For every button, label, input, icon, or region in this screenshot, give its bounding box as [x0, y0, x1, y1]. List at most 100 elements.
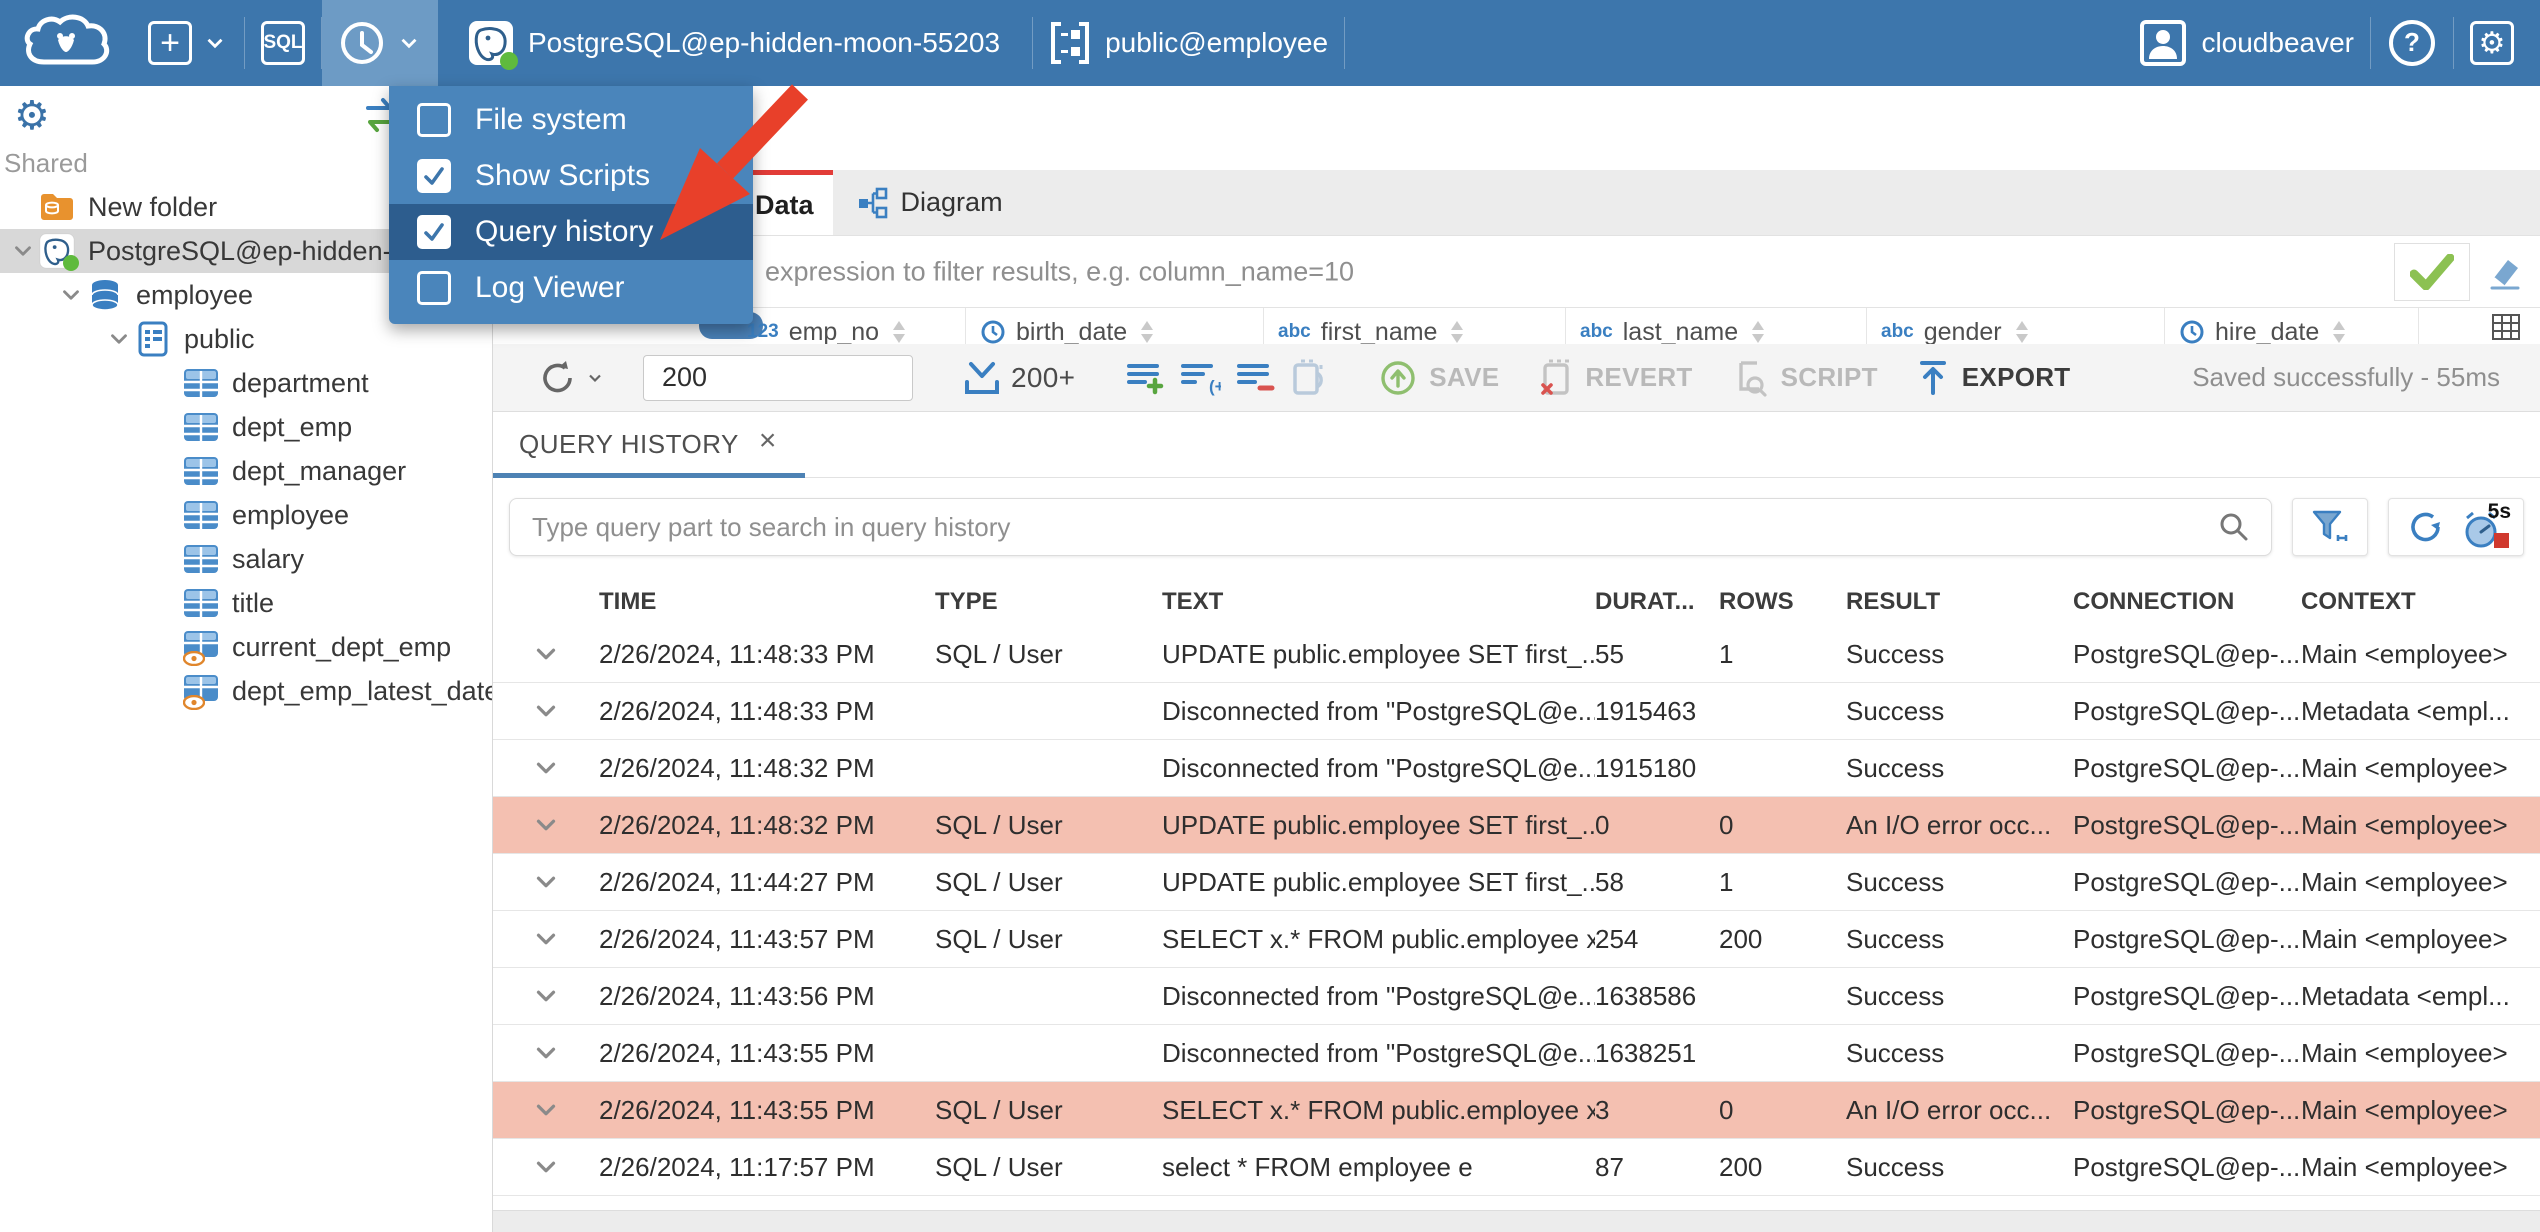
tree-item-dept-emp-latest-date[interactable]: dept_emp_latest_date [0, 669, 492, 713]
history-refresh-group[interactable]: 5s [2388, 498, 2524, 556]
chevron-down-icon[interactable] [58, 282, 84, 308]
row-expander[interactable] [493, 924, 599, 954]
apply-filter-button[interactable] [2394, 242, 2470, 301]
tab-query-history[interactable]: QUERY HISTORY × [493, 412, 805, 478]
history-column-header[interactable]: ROWS [1719, 588, 1846, 616]
history-column-header[interactable]: TEXT [1162, 588, 1595, 616]
grid-icon[interactable] [2492, 314, 2520, 340]
checkbox-checked[interactable] [417, 215, 451, 249]
history-row[interactable]: 2/26/2024, 11:48:33 PM SQL / User UPDATE… [493, 626, 2540, 683]
sort-icon[interactable] [1447, 319, 1467, 344]
fetch-size-input[interactable] [643, 354, 913, 401]
filter-expression-input[interactable]: expression to filter results, e.g. colum… [493, 236, 2394, 307]
tree-item-department[interactable]: department [0, 361, 492, 405]
chevron-down-icon[interactable] [531, 981, 561, 1011]
connection-selector[interactable]: PostgreSQL@ep-hidden-moon-55203 [452, 0, 1016, 86]
new-object-button[interactable]: + [132, 0, 244, 86]
history-row[interactable]: 2/26/2024, 11:43:55 PM Disconnected from… [493, 1025, 2540, 1082]
fetch-more-button[interactable]: 200+ [951, 344, 1087, 411]
tree-item-dept-emp[interactable]: dept_emp [0, 405, 492, 449]
tab-diagram[interactable]: Diagram [833, 170, 1027, 235]
history-column-header[interactable]: TIME [599, 588, 935, 616]
settings-button[interactable]: ⚙ [2454, 0, 2540, 86]
row-expander[interactable] [493, 696, 599, 726]
row-expander[interactable] [493, 810, 599, 840]
tree-item-employee[interactable]: employee [0, 493, 492, 537]
chevron-down-icon[interactable] [531, 696, 561, 726]
chevron-down-icon[interactable] [531, 924, 561, 954]
grid-column-last_name[interactable]: abc last_name [1566, 308, 1867, 344]
row-expander[interactable] [493, 639, 599, 669]
menu-item-log-viewer[interactable]: Log Viewer [389, 260, 753, 316]
chevron-down-icon[interactable] [531, 753, 561, 783]
grid-column-hire_date[interactable]: hire_date [2165, 308, 2419, 344]
help-button[interactable]: ? [2371, 0, 2453, 86]
save-button[interactable]: SAVE [1367, 344, 1511, 411]
auto-refresh-link-icon[interactable] [1289, 359, 1329, 397]
chevron-down-icon[interactable] [106, 326, 132, 352]
menu-item-file-system[interactable]: File system [389, 92, 753, 148]
horizontal-scrollbar-track[interactable] [493, 1210, 2540, 1232]
history-row[interactable]: 2/26/2024, 11:48:32 PM Disconnected from… [493, 740, 2540, 797]
history-filter-button[interactable] [2292, 498, 2368, 556]
history-column-header[interactable]: CONTEXT [2301, 588, 2540, 616]
row-expander[interactable] [493, 981, 599, 1011]
sort-icon[interactable] [889, 319, 909, 344]
menu-item-query-history[interactable]: Query history [389, 204, 753, 260]
chevron-down-icon[interactable] [531, 1038, 561, 1068]
sort-icon[interactable] [1137, 319, 1157, 344]
history-search-input[interactable] [509, 498, 2272, 556]
checkbox-checked[interactable] [417, 159, 451, 193]
history-row[interactable]: 2/26/2024, 11:43:55 PM SQL / User SELECT… [493, 1082, 2540, 1139]
user-menu[interactable]: cloudbeaver [2123, 0, 2370, 86]
grid-column-gender[interactable]: abc gender [1867, 308, 2165, 344]
sql-editor-button[interactable]: SQL [245, 0, 321, 86]
sort-icon[interactable] [2012, 319, 2032, 344]
row-expander[interactable] [493, 1152, 599, 1182]
revert-button[interactable]: REVERT [1525, 344, 1704, 411]
row-expander[interactable] [493, 753, 599, 783]
history-row[interactable]: 2/26/2024, 11:48:32 PM SQL / User UPDATE… [493, 797, 2540, 854]
history-column-header[interactable]: TYPE [935, 588, 1162, 616]
refresh-button[interactable] [537, 357, 605, 399]
row-expander[interactable] [493, 1095, 599, 1125]
tools-menu-button[interactable] [322, 0, 438, 86]
row-expander[interactable] [493, 1038, 599, 1068]
chevron-down-icon[interactable] [531, 1095, 561, 1125]
grid-column-birth_date[interactable]: birth_date [966, 308, 1264, 344]
history-column-header[interactable]: CONNECTION [2073, 588, 2301, 616]
sort-icon[interactable] [2329, 319, 2349, 344]
sort-icon[interactable] [1748, 319, 1768, 344]
history-column-header[interactable]: RESULT [1846, 588, 2073, 616]
grid-column-first_name[interactable]: abc first_name [1264, 308, 1566, 344]
history-row[interactable]: 2/26/2024, 11:48:33 PM Disconnected from… [493, 683, 2540, 740]
checkbox-unchecked[interactable] [417, 103, 451, 137]
history-row[interactable]: 2/26/2024, 11:44:27 PM SQL / User UPDATE… [493, 854, 2540, 911]
menu-item-show-scripts[interactable]: Show Scripts [389, 148, 753, 204]
chevron-down-icon[interactable] [531, 639, 561, 669]
app-logo[interactable] [0, 0, 132, 86]
duplicate-row-icon[interactable]: (+) [1179, 360, 1221, 396]
sidebar-settings-icon[interactable]: ⚙ [14, 96, 50, 136]
grid-column-emp_no[interactable]: 123 emp_no [733, 308, 966, 344]
tree-item-title[interactable]: title [0, 581, 492, 625]
history-row[interactable]: 2/26/2024, 11:43:57 PM SQL / User SELECT… [493, 911, 2540, 968]
chevron-down-icon[interactable] [531, 810, 561, 840]
add-row-icon[interactable] [1125, 360, 1165, 396]
schema-selector[interactable]: public@employee [1033, 0, 1344, 86]
chevron-down-icon[interactable] [531, 867, 561, 897]
close-icon[interactable]: × [759, 425, 777, 456]
chevron-down-icon[interactable] [531, 1152, 561, 1182]
history-row[interactable]: 2/26/2024, 11:43:56 PM Disconnected from… [493, 968, 2540, 1025]
checkbox-unchecked[interactable] [417, 271, 451, 305]
history-column-header[interactable]: DURAT... [1595, 588, 1719, 616]
tree-item-dept-manager[interactable]: dept_manager [0, 449, 492, 493]
row-expander[interactable] [493, 867, 599, 897]
clear-filter-button[interactable] [2470, 252, 2540, 292]
tree-item-current-dept-emp[interactable]: current_dept_emp [0, 625, 492, 669]
export-button[interactable]: EXPORT [1904, 344, 2083, 411]
script-button[interactable]: SCRIPT [1719, 344, 1890, 411]
history-row[interactable]: 2/26/2024, 11:17:57 PM SQL / User select… [493, 1139, 2540, 1196]
delete-row-icon[interactable] [1235, 360, 1275, 396]
chevron-down-icon[interactable] [10, 238, 36, 264]
